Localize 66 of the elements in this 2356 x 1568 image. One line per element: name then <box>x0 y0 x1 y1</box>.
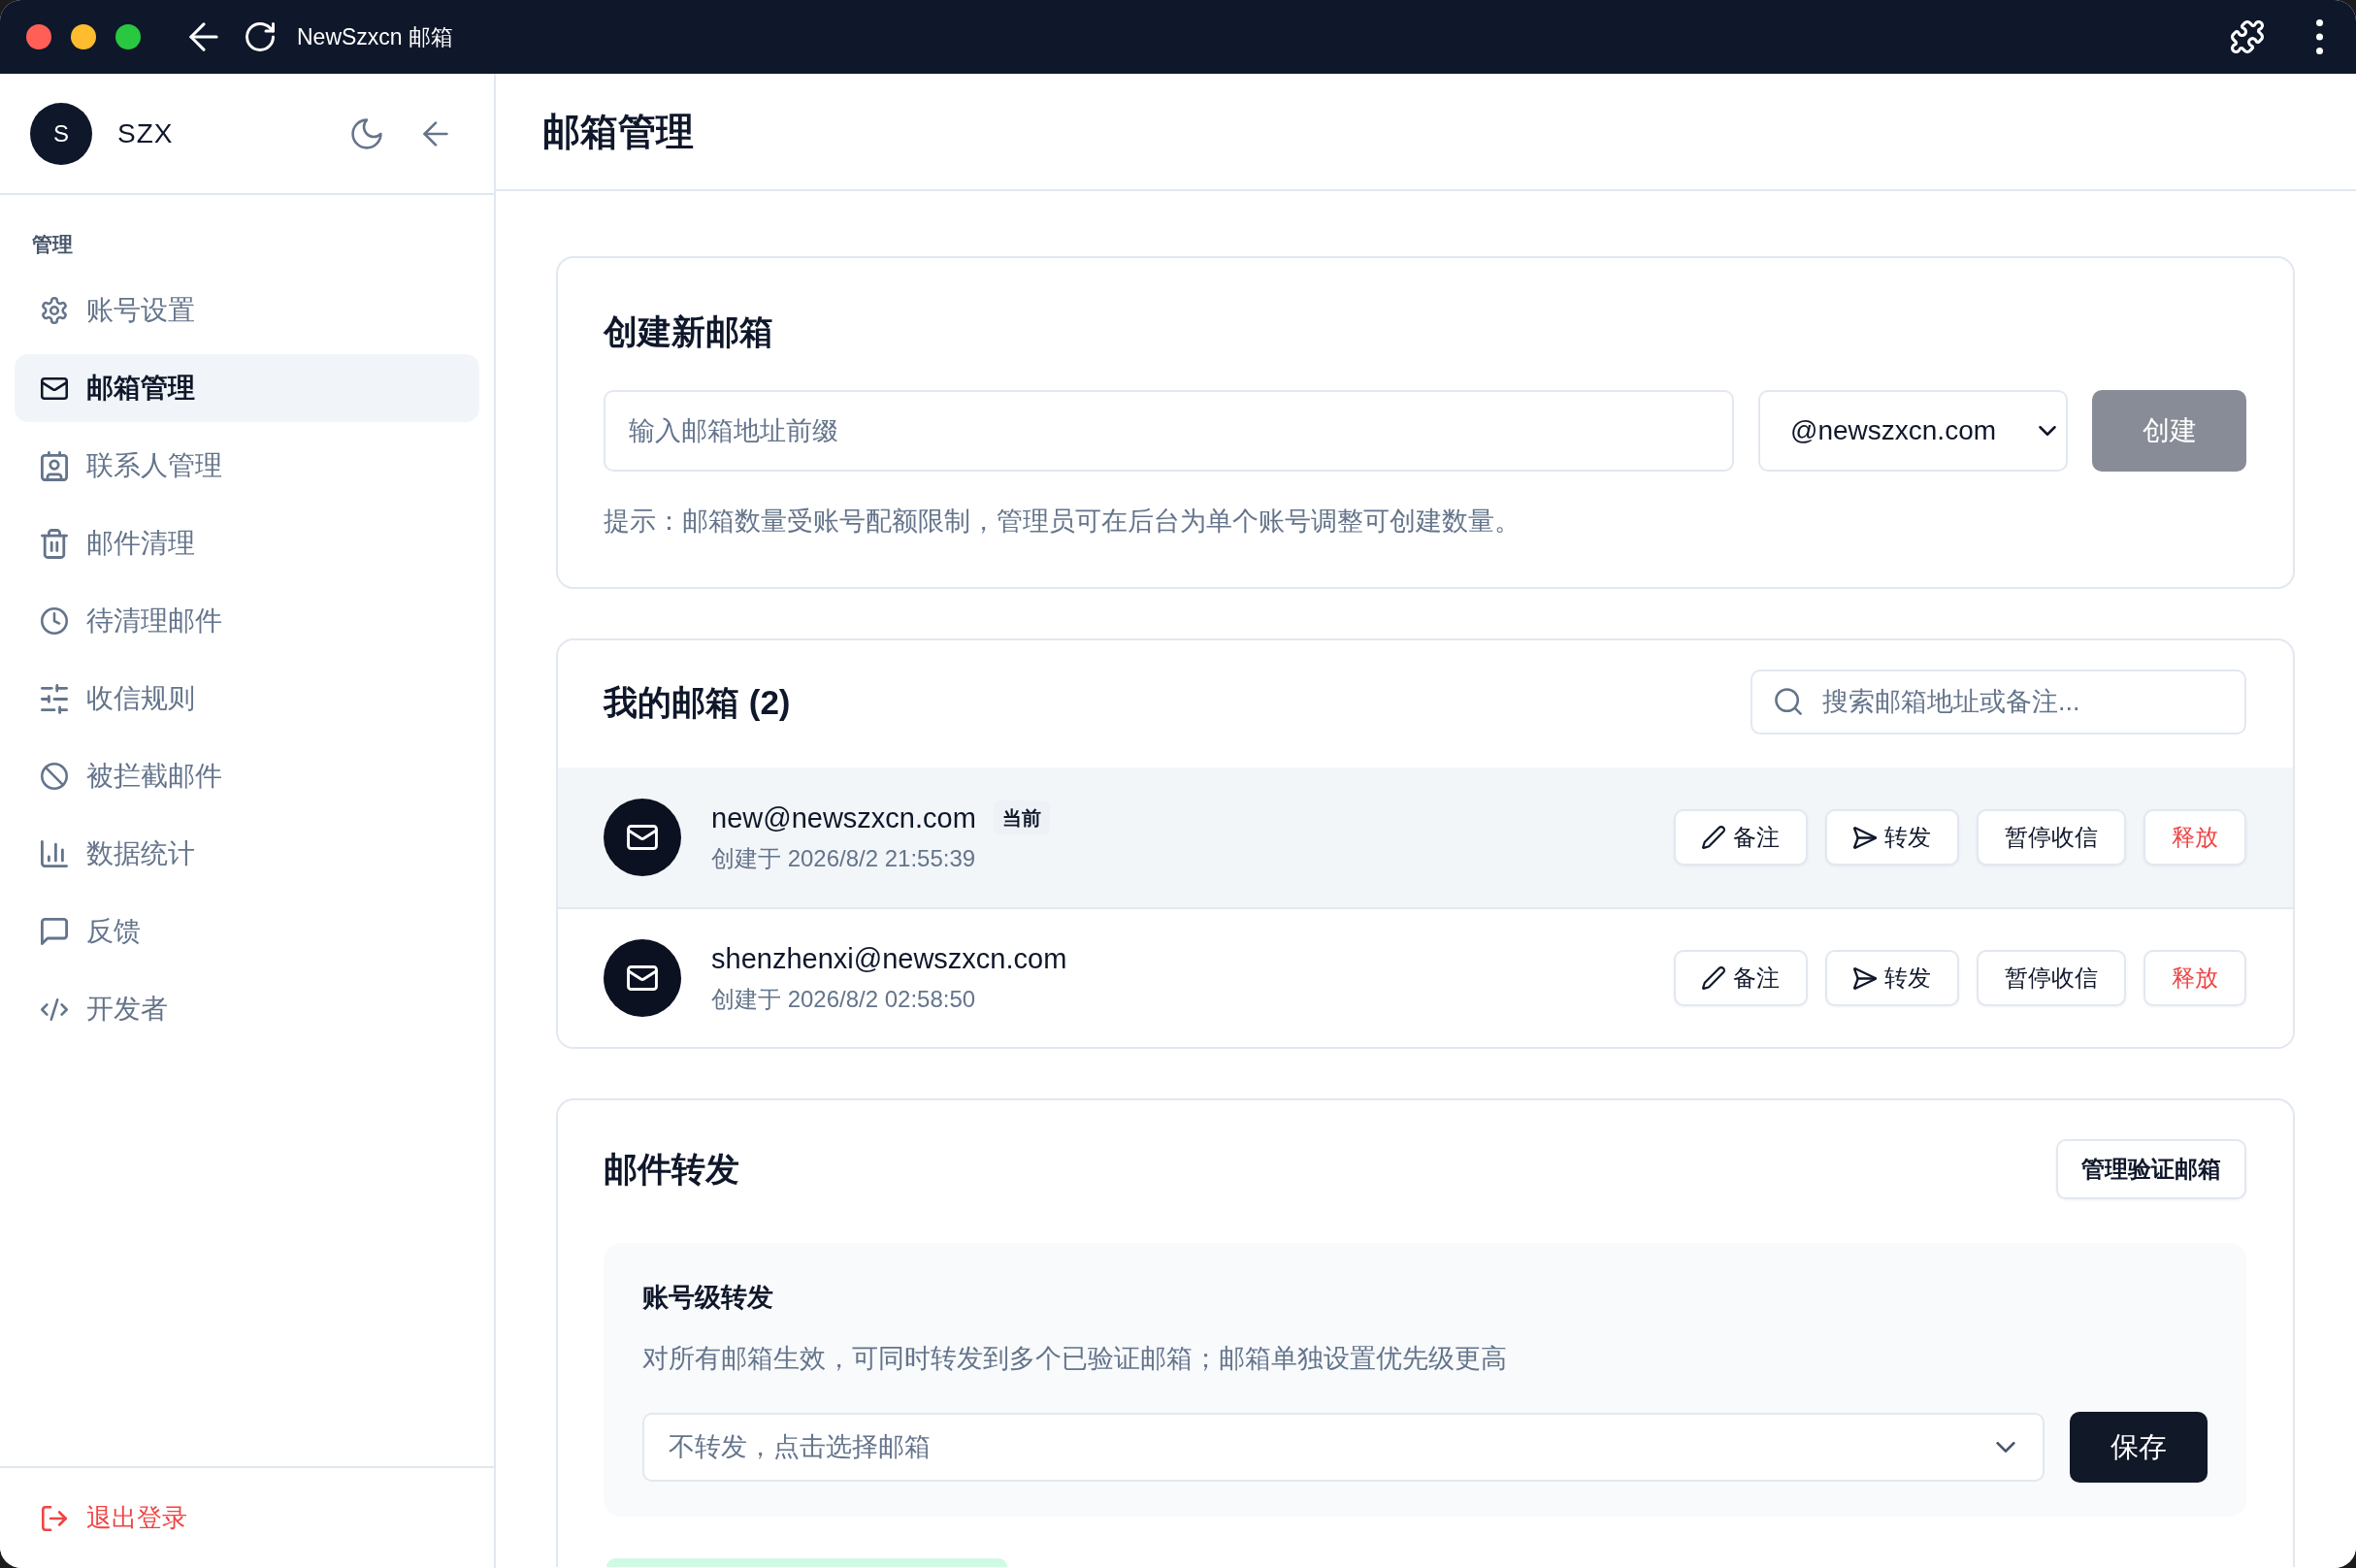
prefix-input[interactable]: 输入邮箱地址前缀 <box>604 390 1734 472</box>
sidebar-item[interactable]: 待清理邮件 <box>15 587 479 655</box>
release-button[interactable]: 释放 <box>2143 809 2246 866</box>
pause-receiving-button[interactable]: 暂停收信 <box>1977 950 2126 1006</box>
ban-icon <box>41 763 68 790</box>
menu-dots-icon[interactable] <box>2316 19 2323 54</box>
sidebar-item[interactable]: 联系人管理 <box>15 432 479 500</box>
current-badge: 当前 <box>993 800 1050 835</box>
clock-icon <box>41 607 68 635</box>
chevron-down-icon <box>2039 426 2056 436</box>
puzzle-icon[interactable] <box>2231 20 2264 53</box>
panel-description: 对所有邮箱生效，可同时转发到多个已验证邮箱；邮箱单独设置优先级更高 <box>642 1343 1508 1375</box>
logout-icon <box>42 1505 67 1531</box>
card-title: 邮件转发 <box>604 1149 739 1190</box>
paper-plane-icon <box>1853 826 1877 849</box>
contact-card-icon <box>41 450 68 481</box>
hint-text: 提示：邮箱数量受账号配额限制，管理员可在后台为单个账号调整可创建数量。 <box>604 506 1522 538</box>
moon-icon[interactable] <box>351 117 382 149</box>
created-time: 创建于 2026/8/2 21:55:39 <box>711 844 977 873</box>
pause-receiving-button[interactable]: 暂停收信 <box>1977 809 2126 866</box>
sidebar-item[interactable]: 数据统计 <box>15 820 479 888</box>
browser-title: NewSzxcn 邮箱 <box>297 22 455 51</box>
section-label: 管理 <box>32 232 74 257</box>
card-title: 我的邮箱 (2) <box>604 681 791 723</box>
mailbox-address: new@newszxcn.com <box>711 801 976 834</box>
search-icon <box>1775 688 1802 715</box>
forward-target-select[interactable]: 不转发，点击选择邮箱 <box>642 1413 2045 1482</box>
note-button[interactable]: 备注 <box>1674 950 1808 1006</box>
sidebar-item[interactable]: 开发者 <box>15 975 479 1043</box>
sidebar-item[interactable]: 收信规则 <box>15 665 479 733</box>
minimize-window-button[interactable] <box>71 24 96 49</box>
forward-button[interactable]: 转发 <box>1825 950 1959 1006</box>
save-button[interactable]: 保存 <box>2070 1412 2208 1483</box>
sidebar-item[interactable]: 邮件清理 <box>15 509 479 577</box>
user-avatar: S <box>30 102 92 165</box>
manage-verified-button[interactable]: 管理验证邮箱 <box>2056 1139 2246 1199</box>
page-title: 邮箱管理 <box>542 109 694 154</box>
created-time: 创建于 2026/8/2 02:58:50 <box>711 985 977 1014</box>
card-title: 创建新邮箱 <box>604 311 774 352</box>
code-icon <box>41 997 68 1021</box>
forward-button[interactable]: 转发 <box>1825 809 1959 866</box>
sidebar-item[interactable]: 账号设置 <box>15 277 479 344</box>
sidebar-item[interactable]: 被拦截邮件 <box>15 742 479 810</box>
bar-chart-icon <box>41 840 68 867</box>
logout-button[interactable]: 退出登录 <box>42 1501 187 1535</box>
panel-title: 账号级转发 <box>642 1282 774 1314</box>
envelope-icon <box>41 376 68 400</box>
trash-icon <box>41 528 68 559</box>
sliders-icon <box>41 683 68 714</box>
mailbox-address: shenzhenxi@newszxcn.com <box>711 942 1067 975</box>
domain-select[interactable]: @newszxcn.com <box>1758 390 2068 472</box>
maximize-window-button[interactable] <box>115 24 141 49</box>
user-name: SZX <box>117 117 175 149</box>
sidebar-item[interactable]: 反馈 <box>15 898 479 965</box>
speech-bubble-icon <box>41 918 68 945</box>
reload-icon[interactable] <box>245 22 275 51</box>
note-button[interactable]: 备注 <box>1674 809 1808 866</box>
close-window-button[interactable] <box>26 24 51 49</box>
sidebar-item[interactable]: 邮箱管理 <box>15 354 479 422</box>
pencil-icon <box>1702 826 1725 849</box>
gear-icon <box>41 297 68 324</box>
release-button[interactable]: 释放 <box>2143 950 2246 1006</box>
chevron-down-icon <box>1996 1442 2015 1453</box>
search-field[interactable]: 搜索邮箱地址或备注... <box>1751 670 2246 735</box>
paper-plane-icon <box>1853 966 1877 990</box>
pencil-icon <box>1702 966 1725 990</box>
